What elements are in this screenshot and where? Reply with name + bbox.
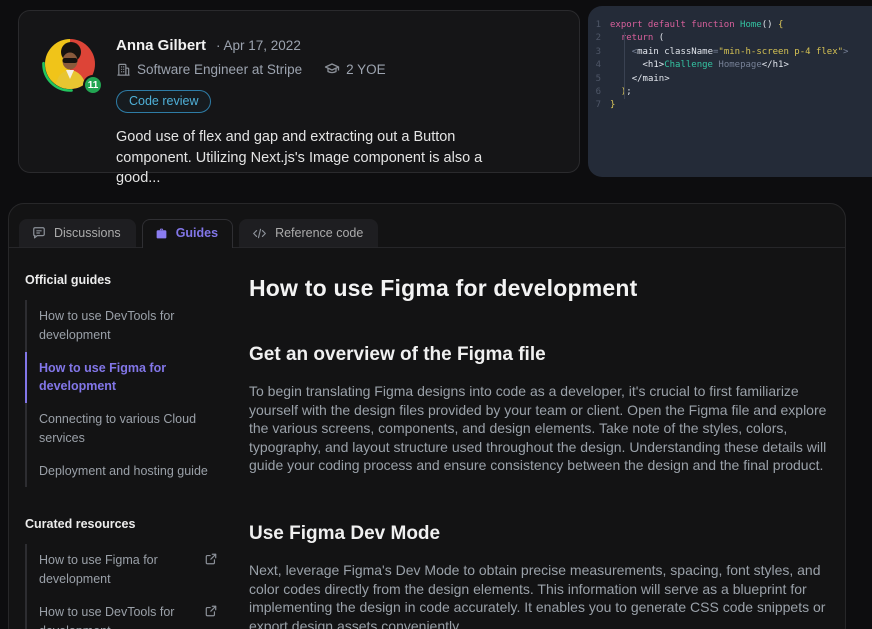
chat-icon [32, 226, 46, 240]
tab-bar: Discussions Guides Reference code [9, 204, 845, 248]
line-number: 4 [588, 59, 610, 72]
sidebar-section: Curated resources How to use Figma for d… [25, 517, 217, 629]
sidebar-item[interactable]: How to use Figma for development [25, 544, 217, 596]
sidebar-item-label: Connecting to various Cloud services [39, 410, 217, 448]
tab-reference-code[interactable]: Reference code [239, 219, 378, 247]
sidebar-item-label: How to use Figma for development [39, 551, 197, 589]
sidebar-item[interactable]: How to use DevTools for development [25, 300, 217, 352]
tab-guides[interactable]: Guides [142, 219, 233, 248]
sidebar-item[interactable]: How to use DevTools for development [25, 596, 217, 629]
code-editor: 1export default function Home() {2 retur… [588, 6, 872, 177]
code-line: 7} [588, 99, 872, 112]
review-comment: Good use of flex and gap and extracting … [116, 127, 528, 189]
code-lines: 1export default function Home() {2 retur… [588, 19, 872, 113]
briefcase-icon [155, 227, 168, 240]
sidebar-section: Official guides How to use DevTools for … [25, 273, 217, 487]
code-icon [252, 227, 267, 240]
author-role: Software Engineer at Stripe [137, 62, 302, 77]
avatar: 11 [41, 35, 99, 93]
author-name: Anna Gilbert [116, 37, 206, 54]
external-link-icon [205, 605, 217, 617]
line-number: 5 [588, 73, 610, 86]
code-line: 6 ); [588, 86, 872, 99]
code-review-tag[interactable]: Code review [116, 90, 211, 113]
tab-discussions[interactable]: Discussions [19, 219, 136, 247]
tab-label: Guides [176, 226, 218, 240]
post-date: · Apr 17, 2022 [216, 38, 301, 53]
line-number: 6 [588, 86, 610, 99]
section-heading: Get an overview of the Figma file [249, 344, 835, 366]
sidebar: Official guides How to use DevTools for … [25, 248, 217, 629]
external-link-icon [205, 553, 217, 565]
code-line: 3 <main className="min-h-screen p-4 flex… [588, 46, 872, 59]
code-line: 2 return ( [588, 32, 872, 45]
tab-label: Reference code [275, 226, 363, 240]
author-experience: 2 YOE [346, 62, 386, 77]
sidebar-section-heading: Official guides [25, 273, 217, 287]
building-icon [116, 62, 131, 77]
sidebar-list: How to use Figma for development How to … [25, 544, 217, 629]
sidebar-item-label: How to use DevTools for development [39, 307, 217, 345]
graduation-cap-icon [324, 61, 340, 77]
sidebar-section-heading: Curated resources [25, 517, 217, 531]
code-line: 5 </main> [588, 73, 872, 86]
sidebar-item[interactable]: Deployment and hosting guide [25, 455, 217, 488]
code-line: 4 <h1>Challenge Homepage</h1> [588, 59, 872, 72]
sidebar-list: How to use DevTools for development How … [25, 300, 217, 487]
guide-panel: Discussions Guides Reference code [8, 203, 846, 629]
section-paragraph: To begin translating Figma designs into … [249, 382, 835, 475]
line-number: 3 [588, 46, 610, 59]
sidebar-item[interactable]: Connecting to various Cloud services [25, 403, 217, 455]
article-title: How to use Figma for development [249, 275, 835, 302]
line-number: 1 [588, 19, 610, 32]
line-number: 7 [588, 99, 610, 112]
tab-label: Discussions [54, 226, 121, 240]
review-card: 11 Anna Gilbert · Apr 17, 2022 Software … [18, 10, 580, 173]
code-line: 1export default function Home() { [588, 19, 872, 32]
sidebar-item[interactable]: How to use Figma for development [25, 352, 217, 404]
line-number: 2 [588, 32, 610, 45]
section-paragraph: Next, leverage Figma's Dev Mode to obtai… [249, 561, 835, 629]
indent-guide [624, 32, 625, 99]
level-badge: 11 [83, 75, 103, 95]
sidebar-item-label: How to use Figma for development [39, 359, 217, 397]
sidebar-item-label: How to use DevTools for development [39, 603, 197, 629]
article: How to use Figma for development Get an … [217, 248, 845, 629]
sidebar-item-label: Deployment and hosting guide [39, 462, 208, 481]
section-heading: Use Figma Dev Mode [249, 523, 835, 545]
